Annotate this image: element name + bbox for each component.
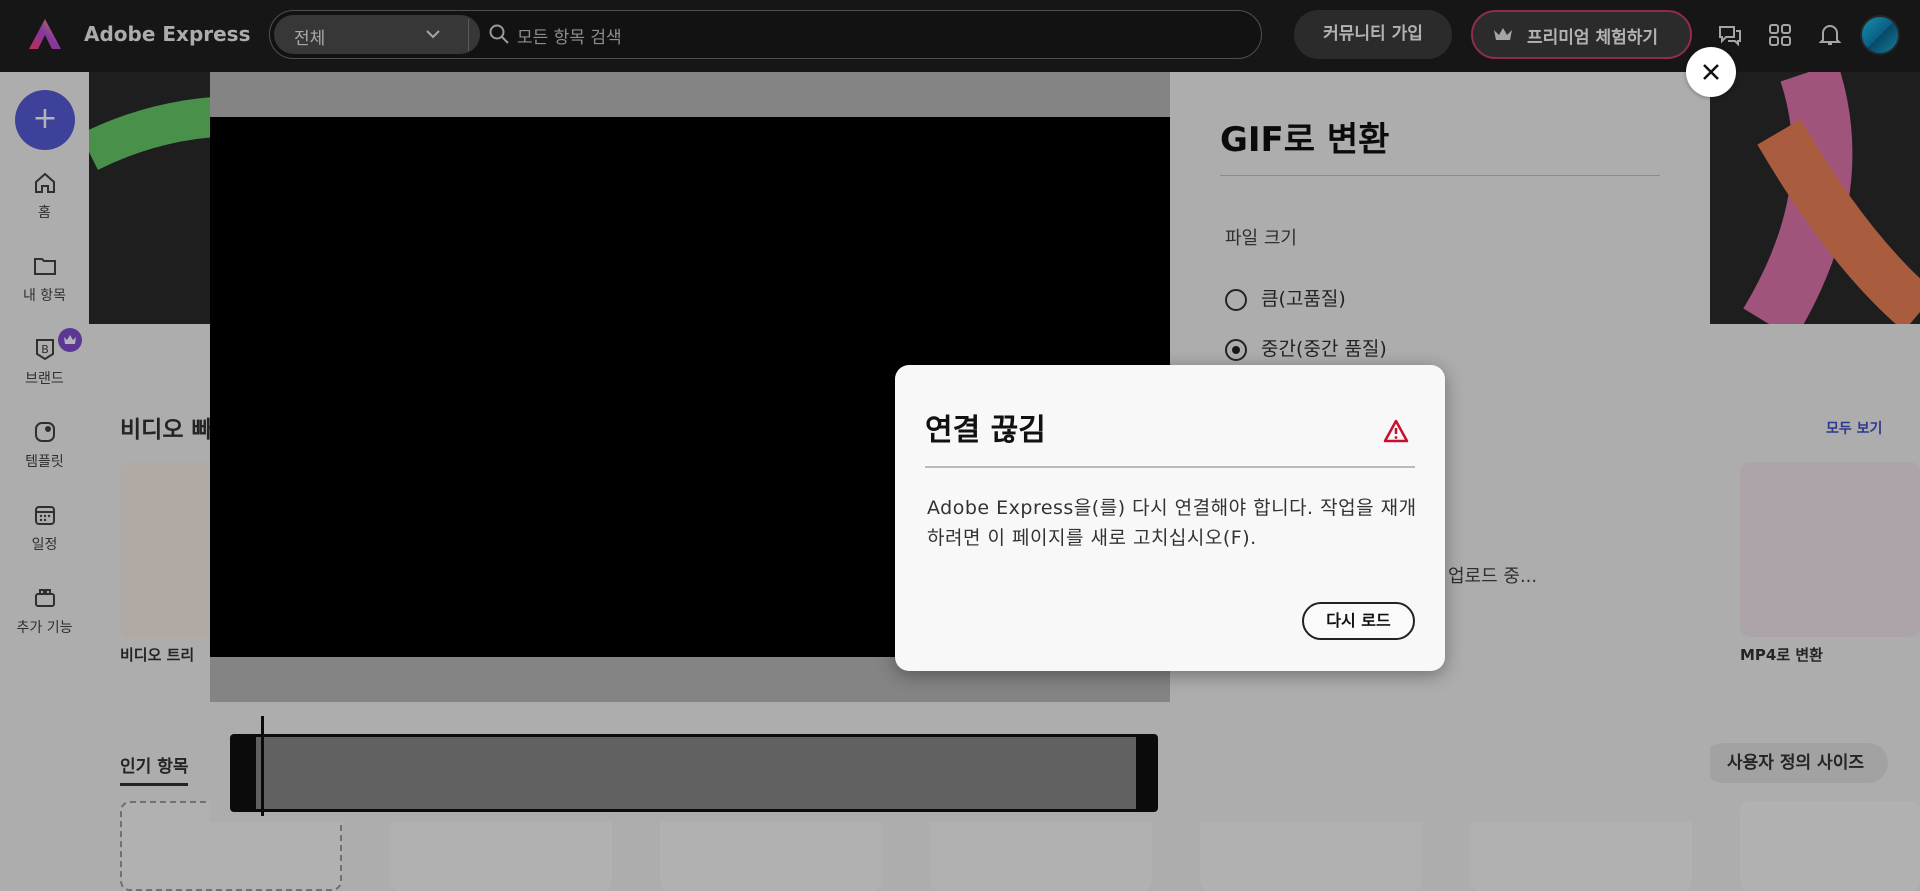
alert-title: 연결 끊김 <box>925 413 1046 448</box>
warning-icon <box>1383 419 1409 443</box>
reload-button[interactable]: 다시 로드 <box>1302 602 1415 640</box>
divider <box>925 466 1415 468</box>
alert-message: Adobe Express을(를) 다시 연결해야 합니다. 작업을 재개하려면… <box>927 497 1417 549</box>
disconnected-alert-dialog: 연결 끊김 Adobe Express을(를) 다시 연결해야 합니다. 작업을… <box>895 365 1445 671</box>
topbar-overlay <box>0 0 1920 72</box>
close-button[interactable] <box>1686 47 1736 97</box>
close-icon <box>1703 64 1719 80</box>
